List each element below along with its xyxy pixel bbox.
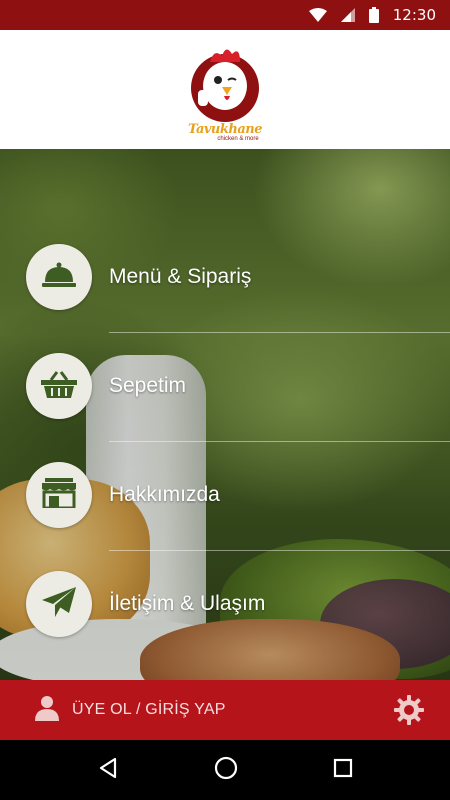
- paper-plane-icon: [42, 586, 76, 622]
- gear-icon[interactable]: [394, 695, 424, 730]
- logo-subtext: chicken & more: [217, 135, 259, 142]
- logo-text: Tavukhane: [188, 121, 262, 137]
- system-nav-bar: [0, 740, 450, 800]
- login-register-button[interactable]: ÜYE OL / GİRİŞ YAP: [34, 695, 226, 726]
- menu-item-contact[interactable]: İletişim & Ulaşım: [0, 550, 450, 658]
- menu-icon-circle: [26, 462, 92, 528]
- status-time: 12:30: [392, 6, 436, 24]
- brand-logo: Tavukhane chicken & more: [180, 40, 270, 142]
- app-header: Tavukhane chicken & more: [0, 30, 450, 149]
- main-menu: Menü & Sipariş Sepetim Hakkımızda İletiş…: [0, 149, 450, 680]
- signal-icon: [340, 8, 355, 22]
- status-bar: 12:30: [0, 0, 450, 30]
- menu-item-label: Hakkımızda: [109, 483, 220, 506]
- menu-icon-circle: [26, 244, 92, 310]
- menu-item-cart[interactable]: Sepetim: [0, 332, 450, 440]
- chicken-logo-icon: [191, 48, 259, 122]
- login-label: ÜYE OL / GİRİŞ YAP: [72, 701, 226, 718]
- basket-icon: [41, 370, 77, 403]
- recents-icon[interactable]: [333, 758, 353, 783]
- menu-item-label: İletişim & Ulaşım: [109, 592, 266, 615]
- menu-icon-circle: [26, 571, 92, 637]
- battery-icon: [368, 7, 379, 23]
- store-icon: [42, 477, 76, 513]
- menu-item-order[interactable]: Menü & Sipariş: [0, 223, 450, 331]
- back-icon[interactable]: [97, 757, 119, 784]
- food-dome-icon: [42, 262, 76, 293]
- user-icon: [34, 695, 60, 726]
- menu-item-label: Sepetim: [109, 374, 187, 397]
- menu-item-label: Menü & Sipariş: [109, 265, 252, 288]
- menu-icon-circle: [26, 353, 92, 419]
- menu-item-about[interactable]: Hakkımızda: [0, 441, 450, 549]
- wifi-icon: [308, 8, 327, 22]
- bottom-bar: ÜYE OL / GİRİŞ YAP: [0, 680, 450, 740]
- home-icon[interactable]: [214, 756, 238, 785]
